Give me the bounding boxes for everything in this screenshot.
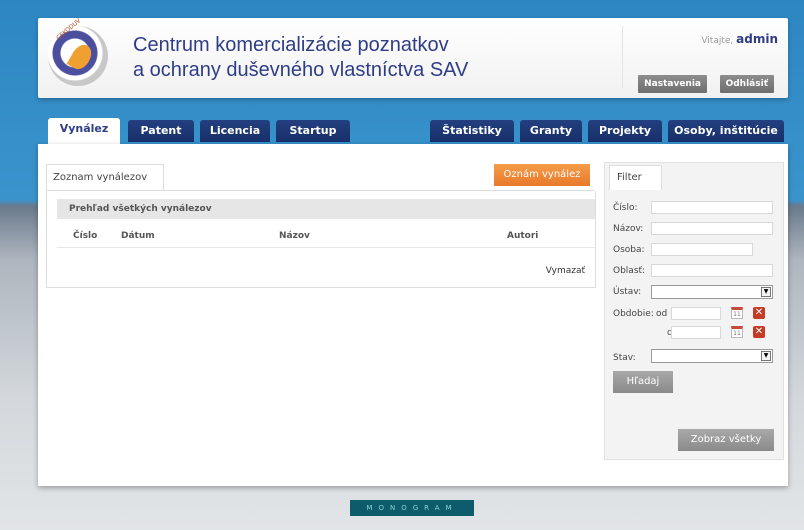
status-select[interactable]: ▼ xyxy=(651,349,773,363)
name-label: Názov: xyxy=(613,224,644,234)
show-all-button[interactable]: Zobraz všetky xyxy=(678,429,774,451)
overview-title: Prehľad všetkých vynálezov xyxy=(57,199,595,219)
welcome-label: Vitajte, xyxy=(701,36,734,46)
tab-osoby-institucie[interactable]: Osoby, inštitúcie xyxy=(668,120,784,142)
filter-panel: Filter Číslo: Názov: Osoba: Oblasť: Ústa… xyxy=(604,162,784,460)
tab-granty[interactable]: Granty xyxy=(520,120,582,142)
period-from-label: od xyxy=(656,309,668,319)
site-header: CEKODUV Centrum komercializácie poznatko… xyxy=(38,17,788,98)
welcome-text: Vitajte, admin xyxy=(701,32,778,46)
logo-text: CEKODUV xyxy=(55,17,83,42)
tab-statistiky[interactable]: Štatistiky xyxy=(430,120,514,142)
settings-button[interactable]: Nastavenia xyxy=(638,75,707,93)
chevron-down-icon: ▼ xyxy=(761,287,771,297)
main-panel: Zoznam vynálezov Oznám vynález Prehľad v… xyxy=(38,144,788,486)
search-button[interactable]: Hľadaj xyxy=(613,371,673,393)
footer-brand-logo[interactable]: MONOGRAM xyxy=(350,500,474,516)
column-header-name[interactable]: Názov xyxy=(279,231,310,241)
tab-vynalez[interactable]: Vynález xyxy=(48,118,120,144)
area-input[interactable] xyxy=(651,264,773,277)
logout-button[interactable]: Odhlásiť xyxy=(719,75,774,93)
period-from-input[interactable] xyxy=(671,307,721,320)
tab-projekty[interactable]: Projekty xyxy=(588,120,662,142)
calendar-icon[interactable]: 11 xyxy=(731,326,743,338)
column-header-authors[interactable]: Autori xyxy=(507,231,538,241)
username: admin xyxy=(736,32,778,46)
inventions-list: Prehľad všetkých vynálezov Číslo Dátum N… xyxy=(46,191,596,288)
person-label: Osoba: xyxy=(613,245,645,255)
calendar-icon[interactable]: 11 xyxy=(731,307,743,319)
number-input[interactable] xyxy=(651,201,773,214)
tab-filter[interactable]: Filter xyxy=(609,165,662,190)
delete-icon[interactable]: ✕ xyxy=(753,326,765,338)
number-label: Číslo: xyxy=(613,203,638,213)
period-label: Obdobie: xyxy=(613,309,654,319)
tab-patent[interactable]: Patent xyxy=(128,120,194,142)
user-box: Vitajte, admin Nastavenia Odhlásiť xyxy=(622,26,788,93)
column-header-number[interactable]: Číslo xyxy=(73,231,97,241)
area-label: Oblasť: xyxy=(613,266,646,276)
delete-icon[interactable]: ✕ xyxy=(753,307,765,319)
institute-select[interactable]: ▼ xyxy=(651,285,773,299)
site-title-line1: Centrum komercializácie poznatkov xyxy=(133,34,449,56)
chevron-down-icon: ▼ xyxy=(761,351,771,361)
period-to-input[interactable] xyxy=(671,326,721,339)
logo[interactable]: CEKODUV xyxy=(48,17,108,86)
clear-link[interactable]: Vymazať xyxy=(546,266,585,276)
site-title-line2: a ochrany duševného vlastníctva SAV xyxy=(133,59,469,81)
tab-zoznam-vynalezov[interactable]: Zoznam vynálezov xyxy=(46,164,164,191)
logo-swirl-icon xyxy=(66,41,96,73)
tab-licencia[interactable]: Licencia xyxy=(200,120,270,142)
person-input[interactable] xyxy=(651,243,753,256)
tab-startup[interactable]: Startup xyxy=(276,120,350,142)
announce-invention-button[interactable]: Oznám vynález xyxy=(494,164,590,186)
status-label: Stav: xyxy=(613,353,636,363)
name-input[interactable] xyxy=(651,222,773,235)
divider xyxy=(57,247,595,248)
column-header-date[interactable]: Dátum xyxy=(121,231,155,241)
institute-label: Ústav: xyxy=(613,287,642,297)
